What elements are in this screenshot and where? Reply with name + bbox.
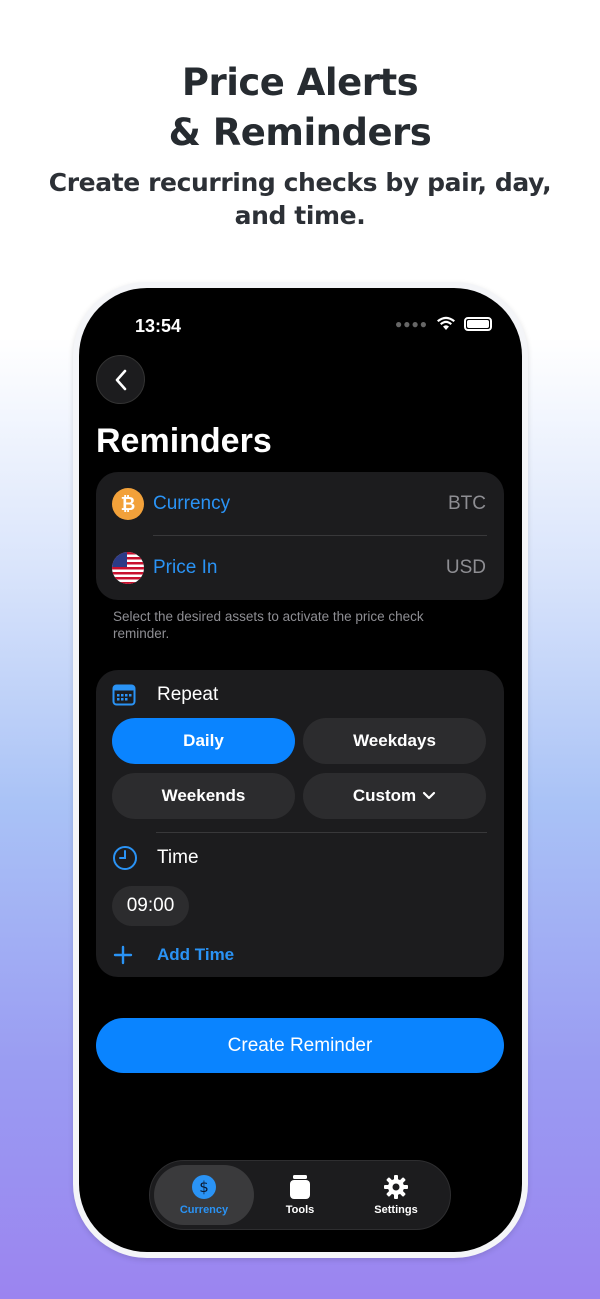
chevron-left-icon xyxy=(115,369,126,390)
repeat-option-label: Weekdays xyxy=(353,731,436,750)
repeat-option-label: Weekends xyxy=(161,786,246,805)
us-flag-icon xyxy=(112,552,144,584)
repeat-header: Repeat xyxy=(112,682,218,708)
repeat-option-label: Custom xyxy=(352,786,417,805)
currency-value: BTC xyxy=(448,493,486,514)
repeat-option-daily[interactable]: Daily xyxy=(112,718,295,764)
bitcoin-icon: ₿ xyxy=(112,488,144,520)
phone-frame: 13:54 ●●●● Reminders ₿ Currency BTC Pric… xyxy=(73,282,528,1258)
repeat-option-weekdays[interactable]: Weekdays xyxy=(303,718,486,764)
hero-title-line1: Price Alerts xyxy=(181,61,419,104)
section-divider xyxy=(156,832,487,833)
tab-currency[interactable]: $ Currency xyxy=(154,1165,254,1225)
tab-bar: $ Currency Tools Settings xyxy=(149,1160,451,1230)
app-screen: 13:54 ●●●● Reminders ₿ Currency BTC Pric… xyxy=(79,288,522,1252)
currency-row[interactable]: ₿ Currency BTC xyxy=(96,472,504,536)
clock-icon xyxy=(113,846,137,870)
hero-title-line2: & Reminders xyxy=(168,111,432,154)
asset-selection-card: ₿ Currency BTC Price In USD xyxy=(96,472,504,600)
gear-icon xyxy=(384,1175,408,1199)
dollar-circle-icon: $ xyxy=(192,1175,216,1199)
signal-icon: ●●●● xyxy=(395,316,428,331)
time-header: Time xyxy=(112,845,199,871)
repeat-option-label: Daily xyxy=(183,731,224,750)
repeat-label: Repeat xyxy=(157,684,219,705)
hero-subtitle: Create recurring checks by pair, day, an… xyxy=(48,168,552,230)
tab-tools[interactable]: Tools xyxy=(250,1165,350,1225)
currency-label: Currency xyxy=(153,493,231,514)
repeat-option-custom[interactable]: Custom xyxy=(303,773,486,819)
create-reminder-label: Create Reminder xyxy=(227,1034,373,1056)
status-icons: ●●●● xyxy=(395,316,492,331)
price-in-value: USD xyxy=(445,557,486,578)
status-time: 13:54 xyxy=(135,316,182,336)
plus-icon xyxy=(113,945,133,965)
price-in-label: Price In xyxy=(153,557,218,578)
time-entry[interactable]: 09:00 xyxy=(112,886,189,926)
page-title: Reminders xyxy=(96,422,272,460)
schedule-card: Repeat Daily Weekdays Weekends Custom Ti… xyxy=(96,670,504,977)
tools-icon xyxy=(290,1175,310,1199)
svg-text:$: $ xyxy=(199,1178,209,1196)
hero-title: Price Alerts & Reminders xyxy=(0,58,600,158)
calendar-icon xyxy=(112,684,136,706)
time-label: Time xyxy=(157,847,199,868)
price-in-row[interactable]: Price In USD xyxy=(96,536,504,600)
battery-icon xyxy=(464,316,492,331)
wifi-icon xyxy=(437,316,455,330)
add-time-label: Add Time xyxy=(157,945,235,964)
repeat-option-weekends[interactable]: Weekends xyxy=(112,773,295,819)
tab-label: Tools xyxy=(285,1204,315,1216)
add-time-button[interactable]: Add Time xyxy=(112,940,234,970)
create-reminder-button[interactable]: Create Reminder xyxy=(96,1018,504,1073)
tab-label: Currency xyxy=(179,1204,229,1216)
help-text: Select the desired assets to activate th… xyxy=(113,609,424,641)
tab-label: Settings xyxy=(374,1204,418,1216)
chevron-down-icon xyxy=(423,791,436,800)
back-button[interactable] xyxy=(96,355,145,404)
tab-settings[interactable]: Settings xyxy=(346,1165,446,1225)
